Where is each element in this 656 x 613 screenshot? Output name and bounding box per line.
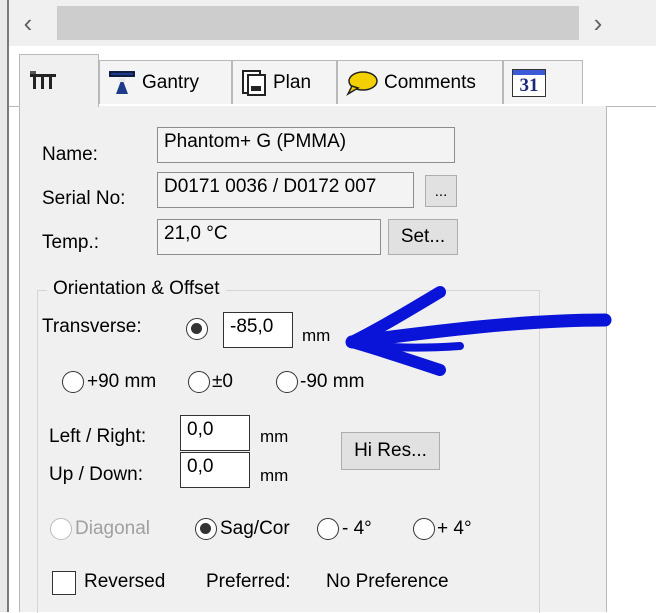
plus4-label: + 4° [437, 518, 472, 539]
preset-plus90-radio[interactable] [62, 371, 84, 393]
name-field[interactable]: Phantom+ G (PMMA) [157, 127, 455, 163]
calendar-icon: 31 [512, 68, 546, 97]
equipment-icon [30, 71, 56, 89]
diagonal-radio[interactable] [50, 518, 72, 540]
scroll-thumb[interactable] [57, 6, 579, 40]
tab-gantry[interactable]: Gantry [99, 60, 232, 104]
transverse-radio[interactable] [186, 318, 208, 340]
name-label: Name: [42, 144, 98, 165]
preset-zero-label: ±0 [212, 371, 233, 392]
preferred-label: Preferred: [206, 571, 291, 592]
transverse-label: Transverse: [42, 316, 142, 337]
hi-res-button[interactable]: Hi Res... [341, 432, 440, 470]
temp-label: Temp.: [42, 232, 100, 253]
scroll-right-icon[interactable]: › [579, 6, 617, 40]
preset-zero-radio[interactable] [188, 371, 210, 393]
serial-field[interactable]: D0171 0036 / D0172 007 [157, 172, 414, 208]
tab-plan[interactable]: Plan [232, 60, 337, 104]
serial-browse-button[interactable]: ... [425, 175, 457, 207]
tab-plan-label: Plan [273, 71, 312, 93]
tab-gantry-label: Gantry [142, 71, 200, 93]
gantry-icon [109, 70, 135, 94]
up-down-label: Up / Down: [49, 464, 143, 485]
serial-label: Serial No: [42, 188, 126, 209]
tab-calendar[interactable]: 31 [503, 60, 583, 104]
transverse-unit: mm [302, 326, 331, 345]
up-down-unit: mm [260, 466, 289, 485]
sagcor-label: Sag/Cor [220, 518, 290, 539]
reversed-label: Reversed [84, 571, 166, 592]
transverse-offset-field[interactable]: -85,0 [223, 312, 293, 348]
window-left-edge [0, 0, 9, 612]
minus4-radio[interactable] [317, 518, 339, 540]
horizontal-scrollbar[interactable]: ‹ › [9, 0, 656, 46]
reversed-checkbox[interactable] [52, 571, 76, 595]
left-right-unit: mm [260, 427, 289, 446]
up-down-field[interactable]: 0,0 [180, 452, 250, 488]
document-icon [242, 69, 266, 96]
temp-field[interactable]: 21,0 °C [157, 219, 381, 255]
speech-bubble-icon [346, 70, 378, 96]
annotation-arrow-icon [345, 286, 612, 376]
scroll-left-icon[interactable]: ‹ [9, 6, 47, 40]
left-right-label: Left / Right: [49, 426, 147, 447]
preferred-value: No Preference [326, 571, 449, 592]
diagonal-label: Diagonal [75, 518, 150, 539]
tab-general[interactable] [19, 54, 99, 107]
plus4-radio[interactable] [413, 518, 435, 540]
set-temp-button[interactable]: Set... [388, 219, 458, 255]
sagcor-radio[interactable] [195, 518, 217, 540]
tab-comments[interactable]: Comments [337, 60, 503, 104]
orientation-title: Orientation & Offset [47, 278, 226, 300]
tab-comments-label: Comments [384, 71, 476, 93]
minus4-label: - 4° [342, 518, 372, 539]
left-right-field[interactable]: 0,0 [180, 415, 250, 451]
preset-minus90-radio[interactable] [276, 371, 298, 393]
preset-plus90-label: +90 mm [87, 371, 157, 392]
